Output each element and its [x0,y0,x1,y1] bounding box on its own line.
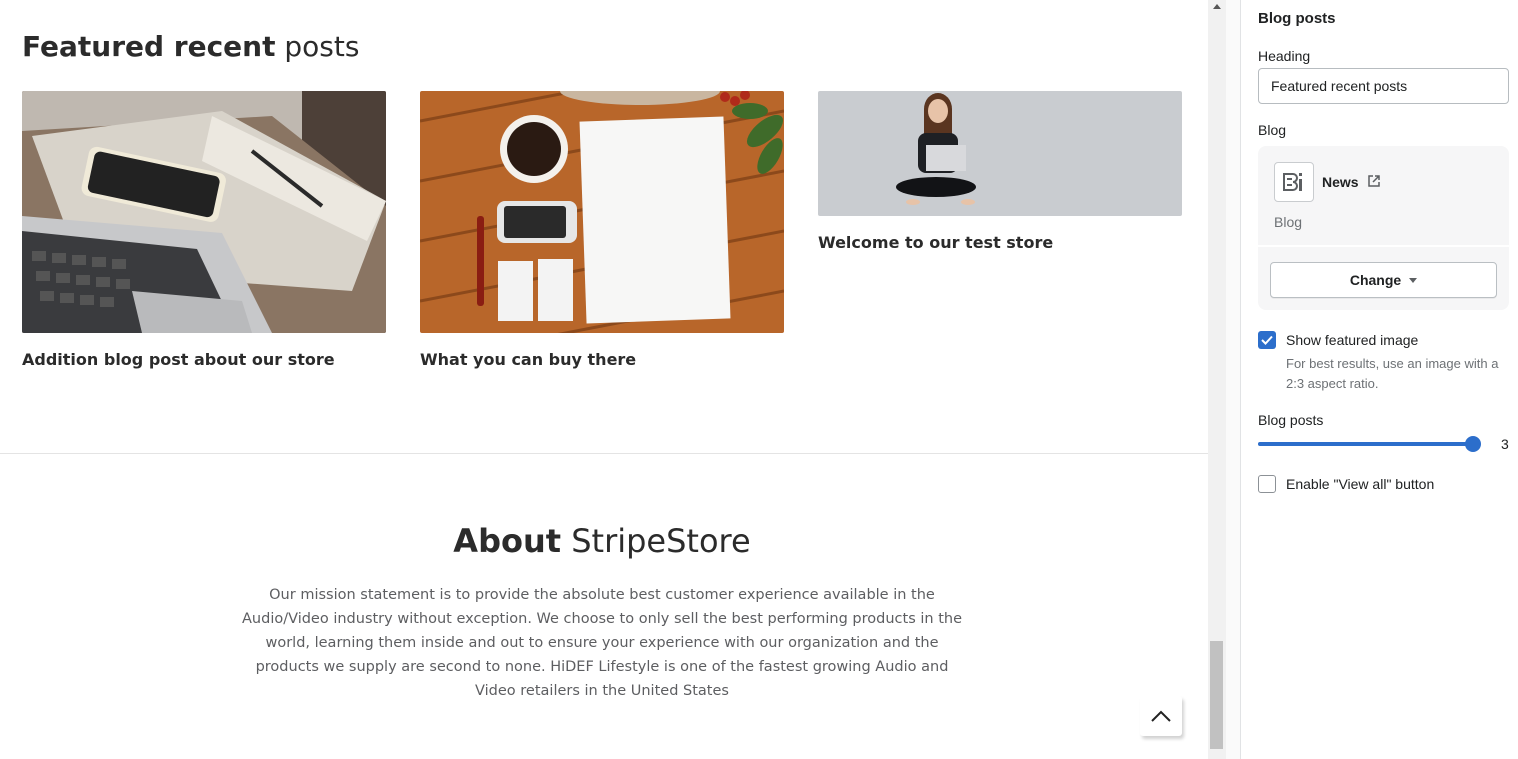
post-3-image[interactable] [818,91,1182,216]
section-divider [0,453,1208,454]
external-link-icon[interactable] [1368,175,1380,187]
about-title-bold: About [453,522,562,560]
scrollbar-thumb[interactable] [1210,641,1223,749]
view-all-label[interactable]: Enable "View all" button [1286,476,1434,492]
show-featured-image-label[interactable]: Show featured image [1286,332,1418,348]
blog-subtitle: Blog [1274,214,1303,230]
post-3-title[interactable]: Welcome to our test store [818,233,1053,252]
heading-input[interactable] [1258,68,1509,104]
featured-image-help-text: For best results, use an image with a 2:… [1286,356,1499,391]
back-to-top-button[interactable] [1140,696,1182,736]
checkmark-icon [1261,335,1273,345]
slider-fill [1258,442,1473,446]
scroll-up-arrow-icon[interactable] [1213,4,1221,9]
about-text: Our mission statement is to provide the … [242,587,962,699]
blog-posts-count-value: 3 [1501,436,1509,452]
post-2-title[interactable]: What you can buy there [420,350,636,369]
show-featured-image-checkbox[interactable] [1258,331,1276,349]
blog-picker: News Blog Change [1258,146,1509,310]
change-button-label: Change [1349,272,1402,288]
about-title: About StripeStore [0,522,1204,560]
blog-label: Blog [1258,122,1287,138]
change-blog-button[interactable]: Change [1270,262,1497,298]
about-title-light: StripeStore [571,522,751,560]
heading-label: Heading [1258,48,1311,64]
blog-posts-slider[interactable] [1258,435,1481,453]
chevron-up-icon [1151,710,1171,722]
view-all-checkbox[interactable] [1258,475,1276,493]
panel-title: Blog posts [1258,10,1336,27]
caret-down-icon [1409,277,1418,283]
panel-gutter [1226,0,1241,759]
featured-posts-title-light: posts [284,30,360,63]
blog-name-link[interactable]: News [1322,174,1359,190]
blog-selected: News Blog [1258,146,1509,247]
post-1-image[interactable] [22,91,386,333]
slider-thumb[interactable] [1465,436,1481,452]
post-2-image[interactable] [420,91,784,333]
post-1-title[interactable]: Addition blog post about our store [22,350,335,369]
featured-posts-title-bold: Featured recent [22,30,276,63]
store-preview: Featured recent posts Addition blog post… [0,0,1208,759]
preview-scrollbar[interactable] [1208,0,1226,759]
blog-posts-count-label: Blog posts [1258,412,1324,428]
settings-panel: Blog posts Heading Blog News Blog C [1242,0,1518,759]
featured-posts-title: Featured recent posts [22,30,359,63]
blog-icon [1274,162,1314,202]
